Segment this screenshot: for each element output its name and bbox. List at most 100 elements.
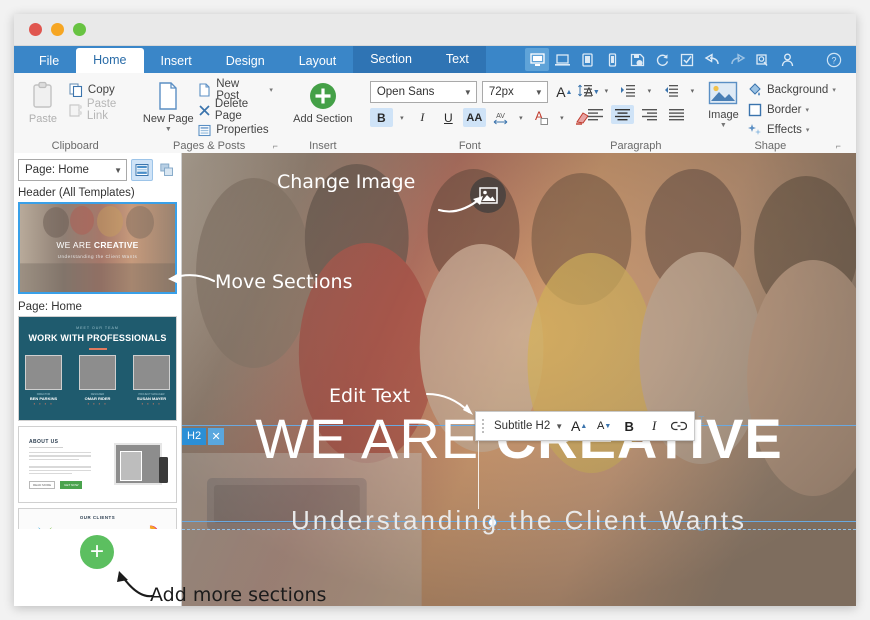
add-more-sections-button[interactable]: + bbox=[80, 535, 114, 569]
tab-text[interactable]: Text bbox=[429, 46, 486, 73]
increase-indent-dropdown-icon[interactable]: ▾ bbox=[643, 81, 655, 100]
chevron-down-icon: ▼ bbox=[464, 88, 472, 97]
tab-section[interactable]: Section bbox=[353, 46, 429, 73]
character-spacing-button[interactable]: AV bbox=[489, 108, 512, 127]
social-icons: ▪ ▪ ▪ ▪ bbox=[133, 401, 170, 406]
add-section-button[interactable]: Add Section bbox=[288, 78, 358, 126]
insert-link-icon[interactable] bbox=[670, 416, 688, 436]
page-canvas[interactable]: H2 ✕ ⌶ ⌶ WE ARE CREATIVE Understanding t… bbox=[182, 153, 856, 606]
svg-text:AV: AV bbox=[496, 113, 505, 120]
laptop-preview-icon[interactable] bbox=[550, 48, 574, 71]
header-hero-thumb[interactable]: WE ARE CREATIVE Understanding the Client… bbox=[18, 202, 177, 294]
bold-button[interactable]: B bbox=[620, 416, 638, 436]
clipboard-group-label: Clipboard bbox=[14, 140, 136, 152]
image-button[interactable]: Image ▼ bbox=[702, 78, 745, 129]
floating-text-toolbar[interactable]: Subtitle H2 ▼ A▲ A▼ B I bbox=[475, 411, 695, 441]
chevron-down-icon[interactable]: ▾ bbox=[805, 108, 809, 114]
align-right-button[interactable] bbox=[638, 105, 661, 124]
align-left-button[interactable] bbox=[584, 105, 607, 124]
preview-search-icon[interactable] bbox=[750, 48, 774, 71]
new-post-button[interactable]: New Post ▾ bbox=[194, 81, 276, 99]
tab-design[interactable]: Design bbox=[209, 50, 282, 73]
page-selector[interactable]: Page: Home ▼ bbox=[18, 159, 127, 181]
copy-button[interactable]: Copy bbox=[66, 81, 131, 99]
align-center-button[interactable] bbox=[611, 105, 634, 124]
drag-handle-icon[interactable] bbox=[479, 419, 487, 433]
refresh-icon[interactable] bbox=[650, 48, 674, 71]
font-group-label: Font bbox=[364, 140, 576, 152]
arrange-button[interactable]: Arrange ▼ bbox=[851, 78, 856, 131]
italic-button[interactable]: I bbox=[645, 416, 663, 436]
bold-button[interactable]: B bbox=[370, 108, 393, 127]
font-color-dropdown-icon[interactable]: ▾ bbox=[556, 108, 568, 127]
italic-button[interactable]: I bbox=[411, 108, 434, 127]
tab-file[interactable]: File bbox=[22, 50, 76, 73]
hero-text-block[interactable]: WE ARE CREATIVE Understanding the Client… bbox=[182, 153, 856, 606]
thumb-heading: OUR CLIENTS bbox=[19, 515, 176, 520]
sections-view-icon[interactable] bbox=[131, 159, 153, 181]
chevron-down-icon[interactable]: ▾ bbox=[806, 128, 810, 134]
character-spacing-dropdown-icon[interactable]: ▾ bbox=[515, 108, 527, 127]
pages-posts-dialog-launcher[interactable]: ⌐ bbox=[273, 141, 278, 151]
tab-layout[interactable]: Layout bbox=[282, 50, 354, 73]
line-spacing-dropdown-icon[interactable]: ▾ bbox=[600, 81, 612, 100]
work-with-professionals-thumb[interactable]: MEET OUR TEAM WORK WITH PROFESSIONALS DI… bbox=[18, 316, 177, 421]
maximize-window-button[interactable] bbox=[73, 23, 86, 36]
templates-view-icon[interactable] bbox=[157, 160, 177, 180]
chevron-down-icon[interactable]: ▾ bbox=[832, 88, 836, 94]
annotation-add-more-sections: Add more sections bbox=[150, 584, 326, 606]
team-card: DESIGNER OMAR RIDER ▪ ▪ ▪ ▪ bbox=[79, 355, 116, 406]
background-label: Background bbox=[767, 84, 828, 96]
minimize-window-button[interactable] bbox=[51, 23, 64, 36]
paste-link-button[interactable]: Paste Link bbox=[66, 101, 131, 119]
ribbon-group-insert: Add Section Insert bbox=[282, 73, 364, 154]
decrease-font-size-button[interactable]: A▼ bbox=[595, 416, 613, 436]
border-button[interactable]: Border ▾ bbox=[745, 101, 839, 119]
chevron-down-icon[interactable]: ▾ bbox=[269, 88, 273, 94]
chevron-down-icon[interactable]: ▼ bbox=[720, 123, 727, 129]
font-family-select[interactable]: Open Sans ▼ bbox=[370, 81, 477, 103]
new-page-button[interactable]: New Page ▼ bbox=[142, 78, 194, 133]
shape-dialog-launcher[interactable]: ⌐ bbox=[836, 141, 841, 151]
effects-button[interactable]: Effects ▾ bbox=[745, 121, 839, 139]
increase-indent-button[interactable] bbox=[616, 81, 639, 100]
align-justify-button[interactable] bbox=[665, 105, 688, 124]
increase-font-size-button[interactable]: A▲ bbox=[570, 416, 588, 436]
line-spacing-button[interactable] bbox=[573, 81, 596, 100]
sections-panel: Page: Home ▼ Header (All Templates) bbox=[14, 153, 182, 606]
delete-page-button[interactable]: Delete Page bbox=[194, 101, 276, 119]
paste-button[interactable]: Paste bbox=[20, 78, 66, 126]
save-icon[interactable] bbox=[625, 48, 649, 71]
help-icon[interactable]: ? bbox=[822, 48, 846, 71]
close-window-button[interactable] bbox=[29, 23, 42, 36]
desktop-preview-icon[interactable] bbox=[525, 48, 549, 71]
chevron-down-icon[interactable]: ▼ bbox=[165, 127, 172, 133]
decrease-indent-button[interactable] bbox=[659, 81, 682, 100]
paragraph-row-bottom bbox=[584, 105, 688, 124]
effects-label: Effects bbox=[767, 124, 802, 136]
background-button[interactable]: Background ▾ bbox=[745, 81, 839, 99]
tab-home[interactable]: Home bbox=[76, 48, 143, 73]
font-color-button[interactable]: A bbox=[530, 108, 553, 127]
account-icon[interactable] bbox=[775, 48, 799, 71]
tablet-preview-icon[interactable] bbox=[575, 48, 599, 71]
thumb-title-thin: WE ARE bbox=[56, 240, 94, 250]
phone-preview-icon[interactable] bbox=[600, 48, 624, 71]
publish-check-icon[interactable] bbox=[675, 48, 699, 71]
font-family-value: Open Sans bbox=[377, 86, 435, 98]
tab-insert[interactable]: Insert bbox=[144, 50, 209, 73]
ribbon-group-shape: Image ▼ Background ▾ Border ▾ bbox=[696, 73, 845, 154]
font-size-select[interactable]: 72px ▼ bbox=[482, 81, 548, 103]
redo-icon[interactable] bbox=[725, 48, 749, 71]
text-style-select[interactable]: Subtitle H2 ▼ bbox=[494, 420, 563, 432]
bold-dropdown-icon[interactable]: ▾ bbox=[396, 108, 408, 127]
underline-button[interactable]: U bbox=[437, 108, 460, 127]
properties-button[interactable]: Properties bbox=[194, 121, 276, 139]
thumb-button: GET NOW bbox=[60, 481, 82, 489]
all-caps-button[interactable]: AA bbox=[463, 108, 486, 127]
border-icon bbox=[748, 103, 763, 118]
undo-icon[interactable] bbox=[700, 48, 724, 71]
about-us-thumb[interactable]: ABOUT US READ MORE GET NOW bbox=[18, 426, 177, 503]
shape-group-label: Shape bbox=[696, 140, 845, 152]
arrange-group-label: Arrange bbox=[845, 140, 856, 152]
